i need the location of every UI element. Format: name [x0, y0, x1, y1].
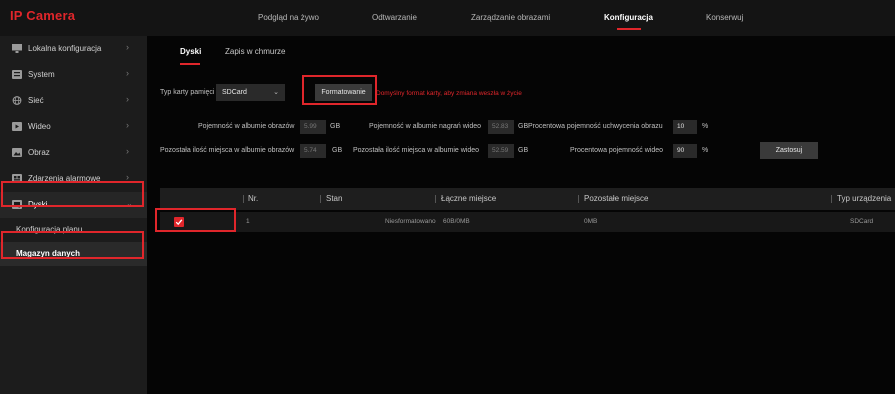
- tab-cloud-recording[interactable]: Zapis w chmurze: [225, 47, 285, 56]
- column-header-status: Stan: [326, 194, 343, 203]
- video-capacity-label: Pojemność w albumie nagrań wideo: [369, 123, 482, 130]
- sidebar-subitem-label: Magazyn danych: [16, 249, 81, 258]
- video-icon: [12, 122, 22, 131]
- column-header-device-type: Typ urządzenia: [837, 194, 892, 203]
- sidebar-item-label: Wideo: [28, 122, 51, 131]
- chevron-down-icon: ⌄: [273, 89, 279, 96]
- disk-icon: [12, 200, 22, 209]
- chevron-right-icon: ›: [126, 146, 129, 156]
- top-navigation: Podgląd na żywo Odtwarzanie Zarządzanie …: [0, 0, 895, 36]
- apply-button[interactable]: Zastosuj: [760, 142, 818, 159]
- sidebar-item-image[interactable]: Obraz ›: [0, 140, 147, 166]
- image-icon: [12, 148, 22, 157]
- column-separator: [320, 195, 321, 203]
- video-capacity-value: 52.83: [488, 120, 514, 134]
- sidebar-item-video[interactable]: Wideo ›: [0, 114, 147, 140]
- globe-icon: [12, 96, 22, 105]
- video-percent-unit: %: [702, 147, 709, 154]
- column-separator: [578, 195, 579, 203]
- tab-active-indicator: [180, 63, 200, 65]
- image-capacity-label: Pojemność w albumie obrazów: [198, 123, 295, 130]
- check-icon: [175, 219, 183, 226]
- cell-nr: 1: [246, 218, 250, 225]
- main-content: Dyski Zapis w chmurze Typ karty pamięci …: [147, 36, 895, 394]
- sidebar-item-system[interactable]: System ›: [0, 62, 147, 88]
- column-header-total-space: Łączne miejsce: [441, 194, 497, 203]
- video-remaining-unit: GB: [518, 147, 529, 154]
- image-percent-label: Procentowa pojemność uchwycenia obrazu: [528, 123, 663, 130]
- sidebar-subitem-data-storage[interactable]: Magazyn danych: [0, 242, 147, 266]
- memory-type-value: SDCard: [222, 89, 247, 96]
- sidebar-item-alarm-events[interactable]: Zdarzenia alarmowe ›: [0, 166, 147, 192]
- video-percent-input[interactable]: 90: [673, 144, 697, 158]
- image-capacity-value: 5.99: [300, 120, 326, 134]
- sidebar-item-local-config[interactable]: Lokalna konfiguracja ›: [0, 36, 147, 62]
- column-header-remaining-space: Pozostałe miejsce: [584, 194, 649, 203]
- image-remaining-unit: GB: [332, 147, 343, 154]
- table-row[interactable]: 1 Niesformatowano 60B/0MB 0MB SDCard: [160, 212, 895, 232]
- image-remaining-label: Pozostała ilość miejsca w albumie obrazó…: [160, 147, 295, 154]
- video-capacity-unit: GB: [518, 123, 529, 130]
- nav-image-management[interactable]: Zarządzanie obrazami: [471, 13, 550, 22]
- nav-configuration[interactable]: Konfiguracja: [604, 13, 653, 22]
- image-capacity-unit: GB: [330, 123, 341, 130]
- format-warning: Domyślny format karty, aby zmiana weszła…: [376, 90, 522, 97]
- sidebar-item-label: Dyski: [28, 200, 48, 209]
- image-percent-unit: %: [702, 123, 709, 130]
- monitor-icon: [12, 44, 22, 53]
- sidebar-item-label: Sieć: [28, 96, 44, 105]
- memory-type-label: Typ karty pamięci: [160, 89, 215, 96]
- nav-maintenance[interactable]: Konserwuj: [706, 13, 743, 22]
- chevron-right-icon: ›: [126, 68, 129, 78]
- column-header-nr: Nr.: [248, 194, 259, 203]
- column-separator: [243, 195, 244, 203]
- chevron-right-icon: ›: [126, 94, 129, 104]
- row-checkbox[interactable]: [174, 217, 184, 227]
- sidebar-item-disks[interactable]: Dyski ⌄: [0, 192, 147, 218]
- sidebar-subitem-label: Konfiguracja planu: [16, 225, 83, 234]
- column-separator: [435, 195, 436, 203]
- sidebar-item-label: System: [28, 70, 55, 79]
- system-icon: [12, 70, 22, 79]
- table-header: Nr. Stan Łączne miejsce Pozostałe miejsc…: [160, 188, 895, 210]
- sidebar-item-network[interactable]: Sieć ›: [0, 88, 147, 114]
- image-remaining-value: 5.74: [300, 144, 326, 158]
- sidebar-subitem-schedule-config[interactable]: Konfiguracja planu: [0, 218, 147, 242]
- video-percent-label: Procentowa pojemność wideo: [570, 147, 663, 154]
- chevron-right-icon: ›: [126, 172, 129, 182]
- image-percent-input[interactable]: 10: [673, 120, 697, 134]
- cell-device-type: SDCard: [850, 218, 874, 225]
- nav-active-indicator: [617, 28, 641, 30]
- chevron-right-icon: ›: [126, 120, 129, 130]
- memory-type-select[interactable]: SDCard ⌄: [216, 84, 285, 101]
- sidebar-item-label: Lokalna konfiguracja: [28, 44, 102, 53]
- sidebar-item-label: Zdarzenia alarmowe: [28, 174, 101, 183]
- top-bar: IP Camera Podgląd na żywo Odtwarzanie Za…: [0, 0, 895, 36]
- cell-remaining-space: 0MB: [584, 218, 598, 225]
- chevron-right-icon: ›: [126, 42, 129, 52]
- video-remaining-label: Pozostała ilość miejsca w albumie wideo: [353, 147, 480, 154]
- sidebar: Lokalna konfiguracja › System › Sieć › W…: [0, 36, 147, 394]
- format-button[interactable]: Formatowanie: [315, 84, 372, 101]
- tab-disks[interactable]: Dyski: [180, 47, 201, 56]
- column-separator: [831, 195, 832, 203]
- cell-status: Niesformatowano: [385, 218, 436, 225]
- alarm-icon: [12, 174, 22, 183]
- video-remaining-value: 52.59: [488, 144, 514, 158]
- nav-live-view[interactable]: Podgląd na żywo: [258, 13, 319, 22]
- nav-playback[interactable]: Odtwarzanie: [372, 13, 417, 22]
- cell-total-space: 60B/0MB: [443, 218, 470, 225]
- sidebar-item-label: Obraz: [28, 148, 50, 157]
- chevron-down-icon: ⌄: [126, 199, 133, 208]
